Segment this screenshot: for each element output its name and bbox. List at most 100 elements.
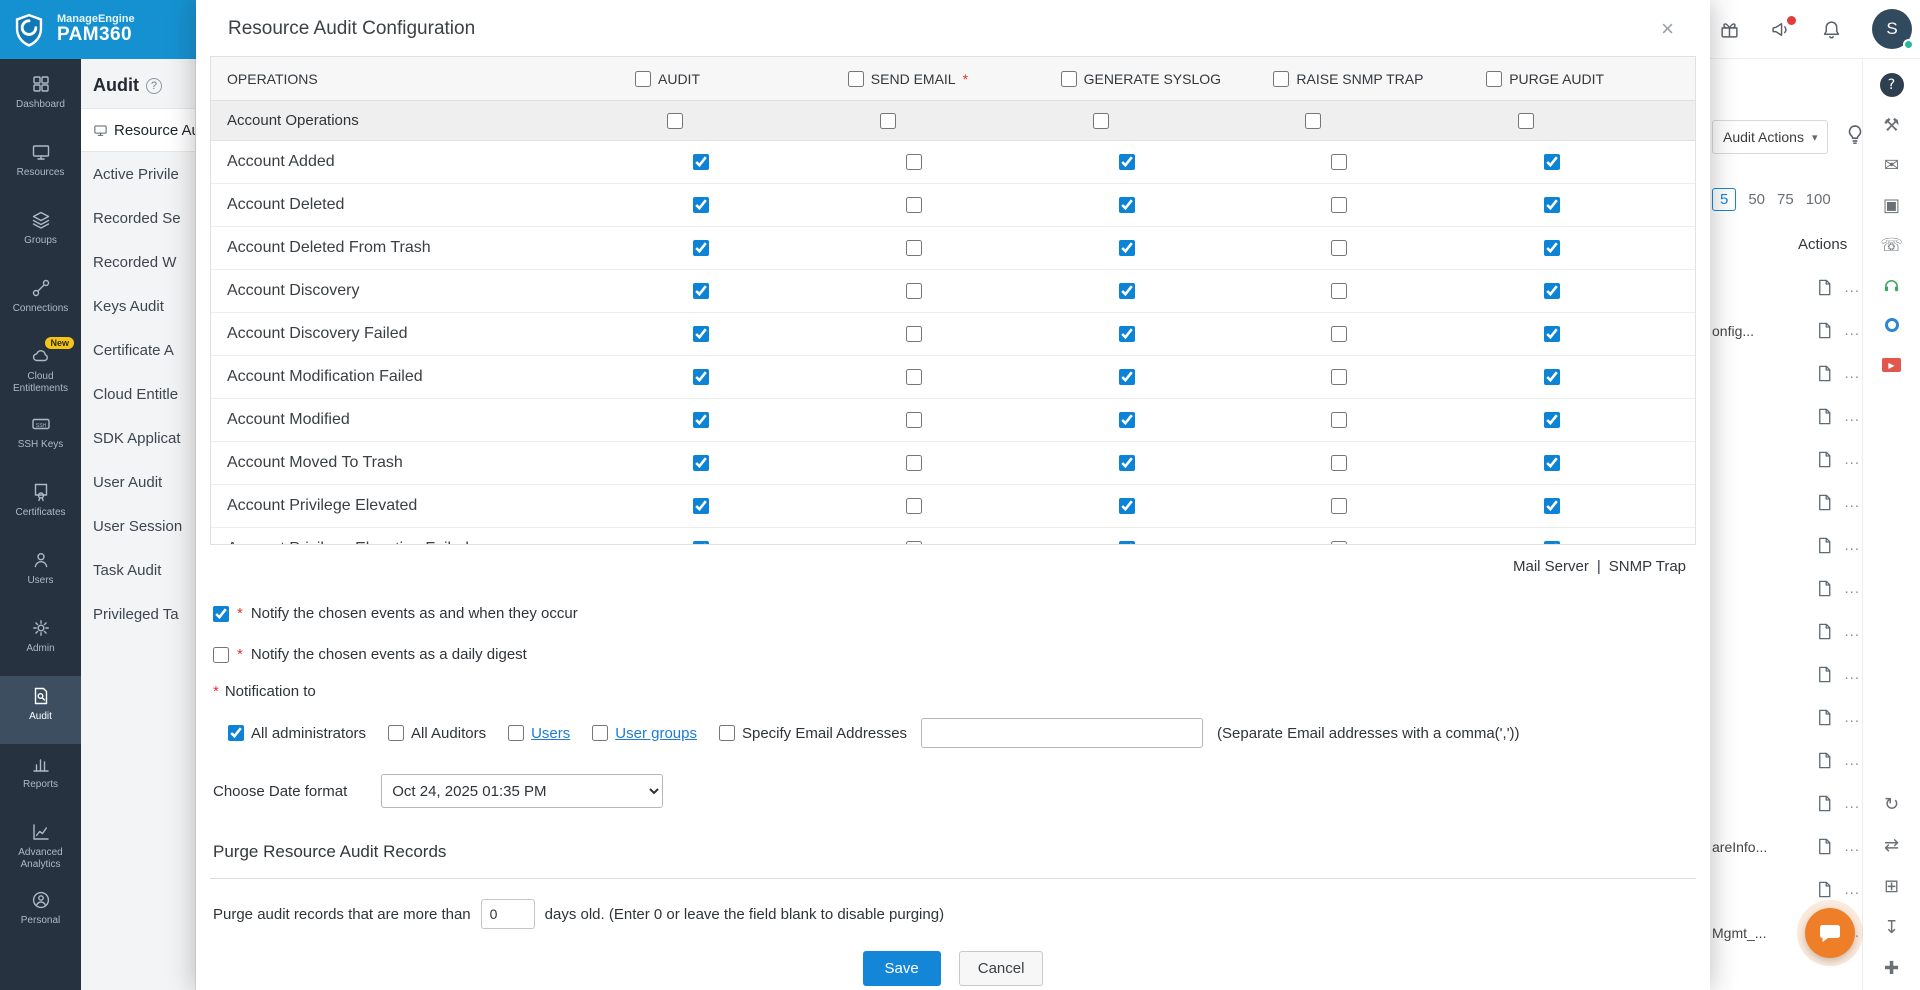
recipient-checkbox[interactable] — [718, 725, 735, 741]
history-icon[interactable]: ↻ — [1880, 792, 1904, 816]
swirl-icon[interactable] — [1880, 313, 1904, 337]
raise-snmp-trap-checkbox[interactable] — [1331, 197, 1348, 213]
send-email-checkbox[interactable] — [905, 326, 922, 342]
mail-icon[interactable]: ✉ — [1880, 153, 1904, 177]
raise-snmp-trap-checkbox[interactable] — [1331, 498, 1348, 514]
document-icon[interactable] — [1815, 622, 1834, 641]
raise-snmp-trap-checkbox[interactable] — [1331, 154, 1348, 170]
raise-snmp-trap-checkbox[interactable] — [1331, 283, 1348, 299]
purge-audit-checkbox[interactable] — [1544, 455, 1561, 471]
recipient-option[interactable]: All Auditors — [388, 725, 486, 742]
audit-menu-item[interactable]: Cloud Entitle — [81, 372, 195, 416]
notify-option[interactable]: * Notify the chosen events as a daily di… — [213, 646, 1710, 663]
notify-option[interactable]: * Notify the chosen events as and when t… — [213, 605, 1710, 622]
generate-syslog-checkbox[interactable] — [1118, 154, 1135, 170]
user-avatar[interactable]: S — [1872, 9, 1914, 50]
column-select-all-checkbox[interactable] — [847, 70, 864, 87]
audit-menu-item[interactable]: User Audit — [81, 460, 195, 504]
generate-syslog-checkbox[interactable] — [1118, 498, 1135, 514]
notify-checkbox[interactable] — [213, 605, 229, 622]
sidebar-item[interactable]: Reports — [0, 744, 81, 812]
send-email-checkbox[interactable] — [905, 240, 922, 256]
purge-audit-checkbox[interactable] — [1544, 197, 1561, 213]
wrench-icon[interactable]: ⚒ — [1880, 113, 1904, 137]
page-size-option[interactable]: 5 — [1712, 188, 1737, 211]
document-icon[interactable] — [1815, 364, 1834, 383]
recipient-option[interactable]: All administrators — [228, 725, 366, 742]
purge-days-input[interactable] — [480, 899, 535, 929]
generate-syslog-checkbox[interactable] — [1118, 455, 1135, 471]
column-select-all-checkbox[interactable] — [1060, 70, 1077, 87]
audit-checkbox[interactable] — [693, 240, 709, 256]
document-icon[interactable] — [1815, 794, 1834, 813]
generate-syslog-checkbox[interactable] — [1118, 240, 1135, 256]
recipient-checkbox[interactable] — [508, 725, 525, 741]
sidebar-item[interactable]: Advanced Analytics — [0, 812, 81, 880]
column-select-all-checkbox[interactable] — [1486, 70, 1503, 87]
document-icon[interactable] — [1815, 407, 1834, 426]
swap-icon[interactable]: ⇄ — [1880, 833, 1904, 857]
recipient-option[interactable]: Users — [508, 725, 570, 742]
recipient-checkbox[interactable] — [228, 725, 244, 741]
send-email-checkbox[interactable] — [905, 154, 922, 170]
raise-snmp-trap-checkbox[interactable] — [1331, 455, 1348, 471]
cancel-button[interactable]: Cancel — [958, 951, 1044, 986]
download-icon[interactable]: ↧ — [1880, 915, 1904, 939]
group-select-checkbox[interactable] — [1305, 112, 1322, 129]
help-icon[interactable]: ? — [1879, 73, 1904, 97]
document-icon[interactable] — [1815, 837, 1834, 856]
purge-audit-checkbox[interactable] — [1544, 369, 1561, 385]
column-select-all-checkbox[interactable] — [1273, 70, 1290, 87]
audit-checkbox[interactable] — [693, 283, 709, 299]
generate-syslog-checkbox[interactable] — [1118, 326, 1135, 342]
send-email-checkbox[interactable] — [905, 197, 922, 213]
page-size-option[interactable]: 50 — [1748, 191, 1765, 208]
audit-actions-dropdown[interactable]: Audit Actions ▾ — [1712, 120, 1829, 154]
close-icon[interactable]: × — [1661, 18, 1674, 40]
save-button[interactable]: Save — [862, 951, 941, 986]
audit-menu-item[interactable]: Privileged Ta — [81, 592, 195, 636]
group-select-checkbox[interactable] — [1092, 112, 1109, 129]
audit-checkbox[interactable] — [693, 498, 709, 514]
sidebar-item[interactable]: SSH SSH Keys — [0, 404, 81, 472]
generate-syslog-checkbox[interactable] — [1118, 197, 1135, 213]
purge-audit-checkbox[interactable] — [1544, 412, 1561, 428]
audit-checkbox[interactable] — [693, 197, 709, 213]
snmp-trap-link[interactable]: SNMP Trap — [1609, 558, 1686, 575]
document-icon[interactable] — [1815, 579, 1834, 598]
send-email-checkbox[interactable] — [905, 412, 922, 428]
send-email-checkbox[interactable] — [905, 455, 922, 471]
send-email-checkbox[interactable] — [905, 283, 922, 299]
audit-menu-item[interactable]: User Session — [81, 504, 195, 548]
sidebar-item[interactable]: Certificates — [0, 472, 81, 540]
sidebar-item[interactable]: Audit — [0, 676, 81, 744]
recipient-option[interactable]: User groups — [592, 725, 697, 742]
raise-snmp-trap-checkbox[interactable] — [1331, 240, 1348, 256]
raise-snmp-trap-checkbox[interactable] — [1331, 369, 1348, 385]
notify-checkbox[interactable] — [213, 646, 229, 663]
email-addresses-input[interactable] — [921, 718, 1204, 748]
page-size-option[interactable]: 75 — [1777, 191, 1794, 208]
sidebar-item[interactable]: Users — [0, 540, 81, 608]
gift-icon[interactable] — [1719, 19, 1740, 40]
bell-icon[interactable] — [1821, 19, 1842, 40]
page-size-option[interactable]: 100 — [1806, 191, 1831, 208]
video-icon[interactable]: ▶ — [1880, 353, 1904, 377]
sidebar-item[interactable]: Connections — [0, 268, 81, 336]
document-icon[interactable] — [1815, 321, 1834, 340]
date-format-select[interactable]: Oct 24, 2025 01:35 PM — [381, 774, 664, 808]
recipient-checkbox[interactable] — [388, 725, 405, 741]
phone-icon[interactable]: ☏ — [1880, 233, 1904, 257]
sidebar-item[interactable]: Admin — [0, 608, 81, 676]
document-icon[interactable] — [1815, 751, 1834, 770]
audit-checkbox[interactable] — [693, 412, 709, 428]
audit-checkbox[interactable] — [693, 455, 709, 471]
sidebar-item[interactable]: Groups — [0, 200, 81, 268]
document-icon[interactable] — [1815, 450, 1834, 469]
raise-snmp-trap-checkbox[interactable] — [1331, 412, 1348, 428]
sidebar-item[interactable]: Resources — [0, 132, 81, 200]
plus-icon[interactable]: ✚ — [1880, 956, 1904, 980]
group-select-checkbox[interactable] — [1518, 112, 1535, 129]
group-select-checkbox[interactable] — [879, 112, 896, 129]
announcements-button[interactable] — [1770, 13, 1798, 40]
